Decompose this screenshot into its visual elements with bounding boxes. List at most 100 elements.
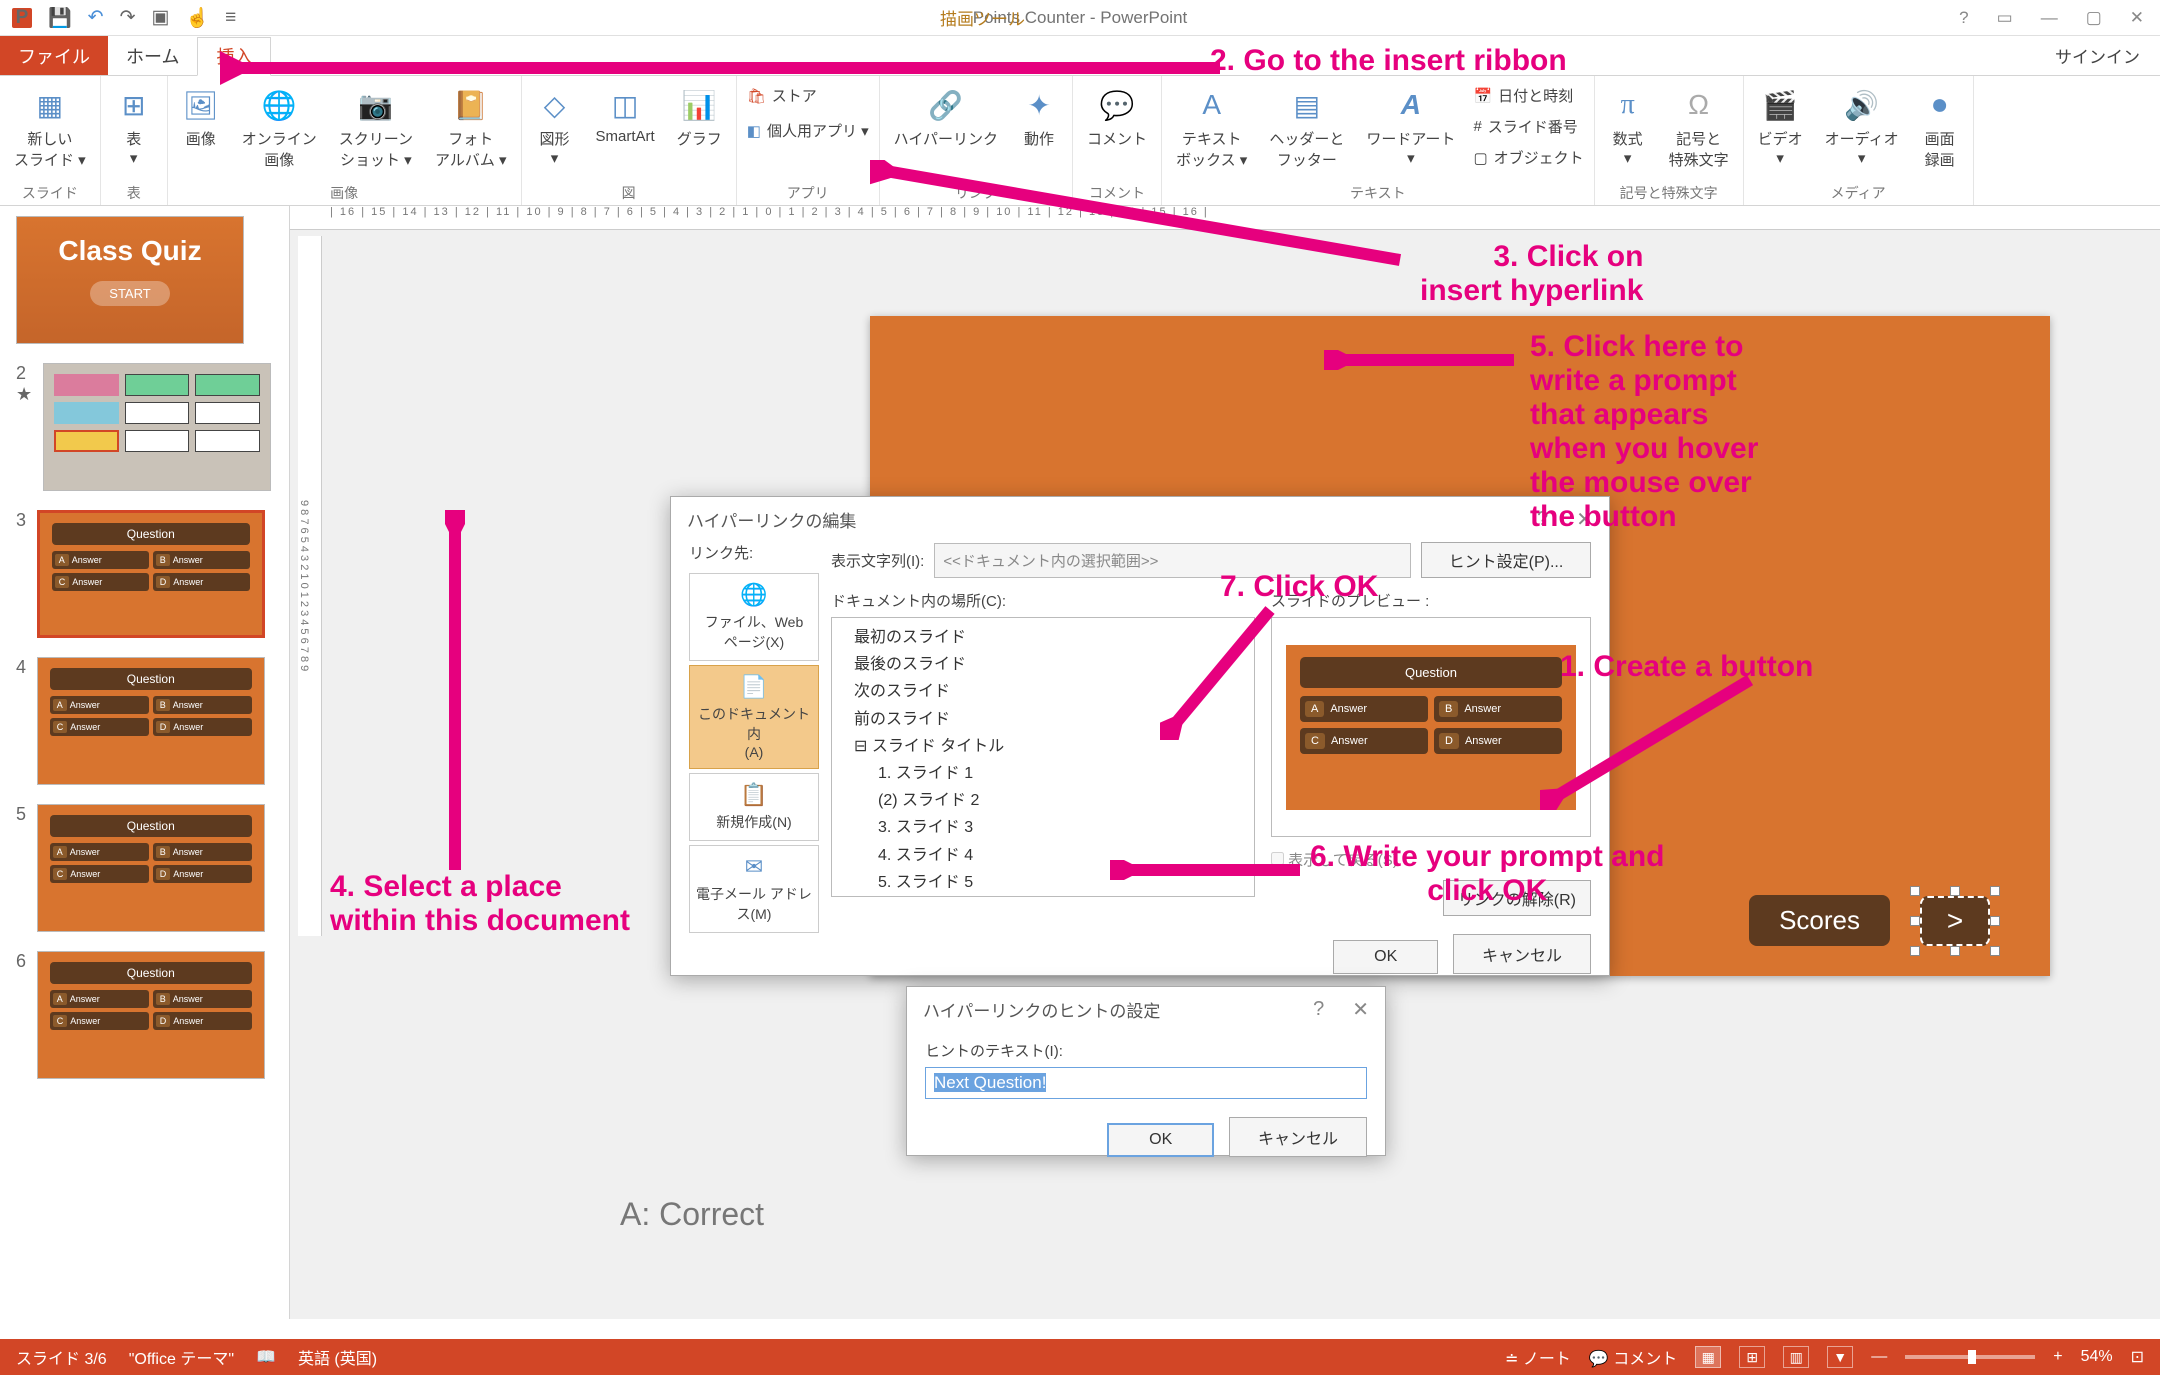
hint-close-icon[interactable]: ✕ <box>1352 997 1369 1022</box>
comments-button[interactable]: 💬 コメント <box>1589 1345 1677 1369</box>
hint-dialog-title: ハイパーリンクのヒントの設定 <box>923 997 1160 1022</box>
document-location-tree[interactable]: 最初のスライド最後のスライド次のスライド前のスライド ⊟ スライド タイトル 1… <box>831 617 1255 897</box>
sorter-view-icon[interactable]: ⊞ <box>1739 1346 1765 1368</box>
wordart-button[interactable]: Aワードアート ▾ <box>1362 82 1459 171</box>
signin-link[interactable]: サインイン <box>2055 43 2160 68</box>
qat-more-icon[interactable]: ≡ <box>225 7 236 29</box>
ribbon-options-icon[interactable]: ▭ <box>1997 8 2013 28</box>
link-target-file[interactable]: 🌐ファイル、Web ページ(X) <box>689 573 819 661</box>
start-icon[interactable]: ▣ <box>152 6 170 29</box>
workspace: Class Quiz START 2★ 3 Question AnswerAns… <box>0 206 2160 1319</box>
hint-cancel-button[interactable]: キャンセル <box>1229 1117 1367 1157</box>
hint-ok-button[interactable]: OK <box>1107 1123 1214 1157</box>
thumbnail-6[interactable]: 6 QuestionAnswerAnswerAnswerAnswer <box>16 951 273 1084</box>
ribbon-insert: ▦新しい スライド ▾ スライド ⊞表 ▾ 表 🖼画像 🌐オンライン 画像 📷ス… <box>0 76 2160 206</box>
equation-button[interactable]: π数式 ▾ <box>1605 82 1651 171</box>
theme-indicator: "Office テーマ" <box>129 1345 234 1369</box>
pictures-button[interactable]: 🖼画像 <box>178 82 224 153</box>
reading-view-icon[interactable]: ▥ <box>1783 1346 1809 1368</box>
selection-handles[interactable] <box>1910 886 2000 956</box>
window-controls: ? ▭ — ▢ ✕ <box>1959 8 2160 28</box>
show-return-checkbox <box>1271 852 1284 865</box>
smartart-button[interactable]: ◫SmartArt <box>592 82 659 149</box>
zoom-out-icon[interactable]: — <box>1871 1348 1887 1366</box>
horizontal-ruler: | 16 | 15 | 14 | 13 | 12 | 11 | 10 | 9 |… <box>290 206 2160 230</box>
datetime-button[interactable]: 📅日付と時刻 <box>1473 82 1583 109</box>
hint-help-icon[interactable]: ? <box>1313 998 1324 1021</box>
remove-link-button[interactable]: リンクの解除(R) <box>1443 880 1591 916</box>
notes-text[interactable]: A: Correct <box>620 1196 764 1233</box>
edit-hyperlink-dialog: ハイパーリンクの編集 ? ✕ リンク先: 🌐ファイル、Web ページ(X) 📄こ… <box>670 496 1610 976</box>
slide-thumbnails: Class Quiz START 2★ 3 Question AnswerAns… <box>0 206 290 1319</box>
cancel-button[interactable]: キャンセル <box>1453 934 1591 974</box>
scores-button[interactable]: Scores <box>1749 895 1890 946</box>
screen-recording-button[interactable]: ⏺画面 録画 <box>1917 82 1963 174</box>
chart-button[interactable]: 📊グラフ <box>673 82 726 153</box>
title-bar: P 💾 ↶ ↷ ▣ ☝ ≡ Points Counter - PowerPoin… <box>0 0 2160 36</box>
link-target-email[interactable]: ✉電子メール アドレ ス(M) <box>689 845 819 933</box>
dialog-help-icon[interactable]: ? <box>1537 508 1548 531</box>
status-bar: スライド 3/6 "Office テーマ" 📖 英語 (英国) ≐ ノート 💬 … <box>0 1339 2160 1375</box>
online-pictures-button[interactable]: 🌐オンライン 画像 <box>238 82 321 174</box>
hyperlink-button[interactable]: 🔗ハイパーリンク <box>890 82 1002 153</box>
table-button[interactable]: ⊞表 ▾ <box>111 82 157 171</box>
minimize-icon[interactable]: — <box>2041 8 2058 28</box>
maximize-icon[interactable]: ▢ <box>2086 8 2102 28</box>
vertical-ruler: 9 8 7 6 5 4 3 2 1 0 1 2 3 4 5 6 7 8 9 <box>298 236 322 936</box>
thumbnail-1[interactable]: Class Quiz START <box>16 216 273 349</box>
hint-text-input[interactable]: Next Question! <box>925 1067 1367 1099</box>
video-button[interactable]: 🎬ビデオ ▾ <box>1754 82 1807 171</box>
audio-button[interactable]: 🔊オーディオ ▾ <box>1821 82 1903 171</box>
screentip-button[interactable]: ヒント設定(P)... <box>1421 542 1591 578</box>
textbox-button[interactable]: Aテキスト ボックス ▾ <box>1172 82 1251 174</box>
new-slide-button[interactable]: ▦新しい スライド ▾ <box>10 82 90 174</box>
comment-button[interactable]: 💬コメント <box>1083 82 1151 153</box>
dialog-close-icon[interactable]: ✕ <box>1576 507 1593 532</box>
undo-icon[interactable]: ↶ <box>88 6 104 29</box>
tab-insert[interactable]: 挿入 <box>197 37 271 76</box>
help-icon[interactable]: ? <box>1959 8 1968 28</box>
screentip-dialog: ハイパーリンクのヒントの設定 ? ✕ ヒントのテキスト(I): Next Que… <box>906 986 1386 1156</box>
slide-number-button[interactable]: #スライド番号 <box>1473 113 1583 140</box>
ribbon-tabs: ファイル ホーム 挿入 サインイン <box>0 36 2160 76</box>
language-indicator[interactable]: 英語 (英国) <box>298 1345 377 1369</box>
header-footer-button[interactable]: ▤ヘッダーと フッター <box>1265 82 1348 174</box>
save-icon[interactable]: 💾 <box>48 6 72 30</box>
zoom-level[interactable]: 54% <box>2081 1348 2113 1366</box>
zoom-in-icon[interactable]: + <box>2053 1348 2062 1366</box>
fit-window-icon[interactable]: ⊡ <box>2131 1347 2144 1367</box>
normal-view-icon[interactable]: ▦ <box>1695 1346 1721 1368</box>
action-button[interactable]: ✦動作 <box>1016 82 1062 153</box>
link-target-new[interactable]: 📋新規作成(N) <box>689 773 819 841</box>
app-icon: P <box>12 8 32 28</box>
my-apps-button[interactable]: ◧個人用アプリ ▾ <box>747 117 869 144</box>
close-icon[interactable]: ✕ <box>2130 8 2144 28</box>
object-button[interactable]: ▢オブジェクト <box>1473 144 1583 171</box>
store-button[interactable]: 🛍ストア <box>747 82 869 109</box>
contextual-tab-title: 描画ツール <box>940 5 1025 30</box>
tab-file[interactable]: ファイル <box>0 36 108 75</box>
slide-preview: Question AAnswerBAnswerCAnswerDAnswer <box>1271 617 1591 837</box>
quick-access-toolbar: P 💾 ↶ ↷ ▣ ☝ ≡ <box>0 6 236 30</box>
thumbnail-3[interactable]: 3 Question AnswerAnswerAnswerAnswer <box>16 510 273 643</box>
shapes-button[interactable]: ◇図形 ▾ <box>532 82 578 171</box>
spellcheck-icon[interactable]: 📖 <box>256 1347 276 1367</box>
screenshot-button[interactable]: 📷スクリーン ショット ▾ <box>335 82 417 174</box>
thumbnail-5[interactable]: 5 QuestionAnswerAnswerAnswerAnswer <box>16 804 273 937</box>
notes-button[interactable]: ≐ ノート <box>1505 1345 1571 1369</box>
thumbnail-2[interactable]: 2★ <box>16 363 273 496</box>
slideshow-view-icon[interactable]: ▼ <box>1827 1346 1853 1368</box>
touch-icon[interactable]: ☝ <box>185 6 209 30</box>
symbol-button[interactable]: Ω記号と 特殊文字 <box>1665 82 1733 174</box>
tab-home[interactable]: ホーム <box>108 36 197 75</box>
zoom-slider[interactable] <box>1905 1355 2035 1359</box>
thumbnail-4[interactable]: 4 QuestionAnswerAnswerAnswerAnswer <box>16 657 273 790</box>
dialog-title: ハイパーリンクの編集 <box>687 507 856 532</box>
display-text-input[interactable]: <<ドキュメント内の選択範囲>> <box>934 543 1411 578</box>
link-target-document[interactable]: 📄このドキュメント内 (A) <box>689 665 819 769</box>
ok-button[interactable]: OK <box>1333 940 1438 974</box>
slide-editor: | 16 | 15 | 14 | 13 | 12 | 11 | 10 | 9 |… <box>290 206 2160 1319</box>
photo-album-button[interactable]: 📔フォト アルバム ▾ <box>431 82 511 174</box>
redo-icon[interactable]: ↷ <box>120 6 136 29</box>
slide-indicator[interactable]: スライド 3/6 <box>16 1345 107 1369</box>
